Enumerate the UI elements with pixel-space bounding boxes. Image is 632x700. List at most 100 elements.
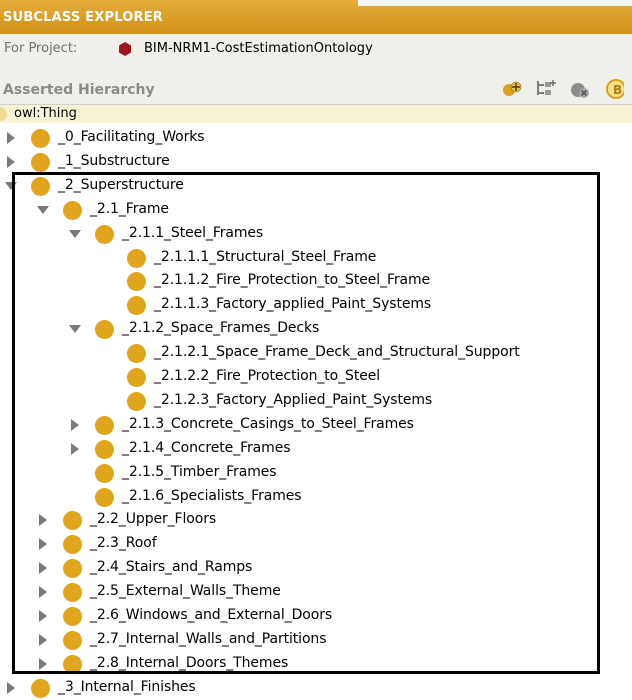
class-label: _2.4_Stairs_and_Ramps bbox=[90, 559, 253, 576]
class-icon bbox=[31, 176, 50, 196]
expanded-triangle-icon[interactable] bbox=[68, 322, 82, 336]
collapsed-triangle-icon[interactable] bbox=[4, 155, 18, 169]
class-label: _0_Facilitating_Works bbox=[58, 129, 205, 145]
expanded-triangle-icon[interactable] bbox=[4, 179, 18, 193]
svg-text:B: B bbox=[613, 83, 622, 97]
class-icon bbox=[31, 129, 50, 148]
class-icon bbox=[63, 511, 82, 531]
collapsed-triangle-icon[interactable] bbox=[36, 585, 50, 599]
tree-node[interactable]: _2.1.2.1_Space_Frame_Deck_and_Structural… bbox=[0, 341, 632, 365]
tree-root-owl-thing[interactable]: owl:Thing bbox=[0, 105, 632, 123]
class-label: _2.8_Internal_Doors_Themes bbox=[90, 654, 289, 671]
class-label: _2.1.3_Concrete_Casings_to_Steel_Frames bbox=[122, 415, 414, 432]
add-subclass-icon[interactable] bbox=[500, 77, 524, 99]
project-label: For Project: bbox=[4, 41, 78, 56]
class-label: _2.1.1.1_Structural_Steel_Frame bbox=[154, 248, 377, 265]
class-label: _2.1.5_Timber_Frames bbox=[122, 463, 277, 480]
class-label: _2.5_External_Walls_Theme bbox=[90, 583, 281, 600]
collapsed-triangle-icon[interactable] bbox=[68, 418, 82, 432]
hierarchy-title: Asserted Hierarchy bbox=[3, 82, 155, 98]
class-label: _2.1.2.3_Factory_Applied_Paint_Systems bbox=[154, 391, 433, 408]
expanded-triangle-icon[interactable] bbox=[68, 227, 82, 241]
class-label: _2.1_Frame bbox=[90, 200, 169, 217]
collapsed-triangle-icon[interactable] bbox=[4, 681, 18, 695]
tree-node[interactable]: _2_Superstructure bbox=[0, 174, 632, 198]
class-icon bbox=[63, 654, 82, 674]
class-icon bbox=[95, 487, 114, 507]
collapsed-triangle-icon[interactable] bbox=[68, 442, 82, 456]
tree-node[interactable]: _2.1.1.3_Factory_applied_Paint_Systems bbox=[0, 293, 632, 317]
tree-node[interactable]: _2.1.1.1_Structural_Steel_Frame bbox=[0, 246, 632, 270]
class-icon bbox=[63, 535, 82, 555]
class-label: _2.1.1.2_Fire_Protection_to_Steel_Frame bbox=[154, 272, 431, 289]
tree-node[interactable]: _2.8_Internal_Doors_Themes bbox=[0, 652, 632, 676]
explorer-header: SUBCLASS EXPLORER bbox=[0, 0, 632, 34]
collapsed-triangle-icon[interactable] bbox=[36, 513, 50, 527]
add-sibling-icon[interactable] bbox=[534, 77, 558, 99]
class-icon bbox=[127, 296, 146, 316]
class-label: _2.1.1_Steel_Frames bbox=[122, 224, 264, 241]
collapsed-triangle-icon[interactable] bbox=[36, 537, 50, 551]
tree-node[interactable]: _2.1.2.3_Factory_Applied_Paint_Systems bbox=[0, 389, 632, 413]
collapsed-triangle-icon[interactable] bbox=[36, 609, 50, 623]
tree-node[interactable]: _2.1.5_Timber_Frames bbox=[0, 461, 632, 485]
project-name: BIM-NRM1-CostEstimationOntology bbox=[144, 41, 373, 56]
tree-node[interactable]: _2.1.6_Specialists_Frames bbox=[0, 485, 632, 509]
tree-node[interactable]: _2.7_Internal_Walls_and_Partitions bbox=[0, 628, 632, 652]
root-label: owl:Thing bbox=[14, 106, 77, 121]
class-icon bbox=[127, 248, 146, 268]
tree-node[interactable]: _2.1.1_Steel_Frames bbox=[0, 222, 632, 246]
class-icon bbox=[63, 607, 82, 626]
expanded-triangle-icon[interactable] bbox=[36, 203, 50, 217]
hierarchy-toolbar: Asserted Hierarchy B bbox=[0, 64, 632, 105]
class-icon bbox=[127, 391, 146, 411]
collapsed-triangle-icon[interactable] bbox=[36, 633, 50, 647]
collapsed-triangle-icon[interactable] bbox=[36, 657, 50, 671]
class-label: _2.3_Roof bbox=[90, 535, 157, 552]
class-icon bbox=[95, 439, 114, 459]
tree-node[interactable]: _2.3_Roof bbox=[0, 532, 632, 556]
class-label: _2.7_Internal_Walls_and_Partitions bbox=[90, 630, 327, 647]
class-icon bbox=[127, 272, 146, 292]
collapsed-triangle-icon[interactable] bbox=[4, 131, 18, 145]
tree-node[interactable]: _2.1.3_Concrete_Casings_to_Steel_Frames bbox=[0, 413, 632, 437]
class-label: _3_Internal_Finishes bbox=[58, 678, 196, 695]
tree-node[interactable]: _2.1.1.2_Fire_Protection_to_Steel_Frame bbox=[0, 269, 632, 293]
class-label: _2.2_Upper_Floors bbox=[90, 511, 217, 528]
tree-node[interactable]: _2.6_Windows_and_External_Doors bbox=[0, 604, 632, 628]
class-icon bbox=[127, 344, 146, 364]
class-icon bbox=[63, 630, 82, 650]
class-label: _1_Substructure bbox=[58, 152, 170, 169]
class-label: _2.1.2.2_Fire_Protection_to_Steel bbox=[154, 368, 381, 384]
class-label: _2.1.2.1_Space_Frame_Deck_and_Structural… bbox=[154, 344, 520, 361]
tree-node[interactable]: _3_Internal_Finishes bbox=[0, 676, 632, 700]
panel-title: SUBCLASS EXPLORER bbox=[3, 10, 163, 25]
collapsed-triangle-icon[interactable] bbox=[36, 561, 50, 575]
class-icon bbox=[95, 320, 114, 340]
tree-node[interactable]: _0_Facilitating_Works bbox=[0, 126, 632, 150]
class-icon bbox=[63, 583, 82, 603]
more-icon[interactable]: B bbox=[600, 77, 624, 99]
header-tab-area bbox=[358, 0, 632, 6]
class-label: _2.6_Windows_and_External_Doors bbox=[90, 607, 333, 623]
class-label: _2.1.6_Specialists_Frames bbox=[122, 487, 302, 504]
tree-node[interactable]: _2.2_Upper_Floors bbox=[0, 508, 632, 532]
class-icon bbox=[95, 224, 114, 244]
class-label: _2.1.4_Concrete_Frames bbox=[122, 439, 291, 456]
tree-node[interactable]: _2.1.2_Space_Frames_Decks bbox=[0, 317, 632, 341]
class-icon bbox=[95, 463, 114, 483]
owl-thing-class-icon bbox=[0, 107, 7, 121]
class-icon bbox=[63, 559, 82, 579]
ontology-project-icon bbox=[119, 42, 131, 56]
tree-node[interactable]: _2.5_External_Walls_Theme bbox=[0, 580, 632, 604]
delete-class-icon[interactable] bbox=[568, 77, 592, 99]
tree-node[interactable]: _2.1.2.2_Fire_Protection_to_Steel bbox=[0, 365, 632, 389]
class-label: _2.1.2_Space_Frames_Decks bbox=[122, 320, 320, 337]
project-row: For Project: BIM-NRM1-CostEstimationOnto… bbox=[0, 34, 632, 64]
tree-node[interactable]: _1_Substructure bbox=[0, 150, 632, 174]
tree-node[interactable]: _2.1.4_Concrete_Frames bbox=[0, 437, 632, 461]
tree-node[interactable]: _2.1_Frame bbox=[0, 198, 632, 222]
class-icon bbox=[95, 415, 114, 435]
tree-node[interactable]: _2.4_Stairs_and_Ramps bbox=[0, 556, 632, 580]
class-icon bbox=[127, 368, 146, 387]
